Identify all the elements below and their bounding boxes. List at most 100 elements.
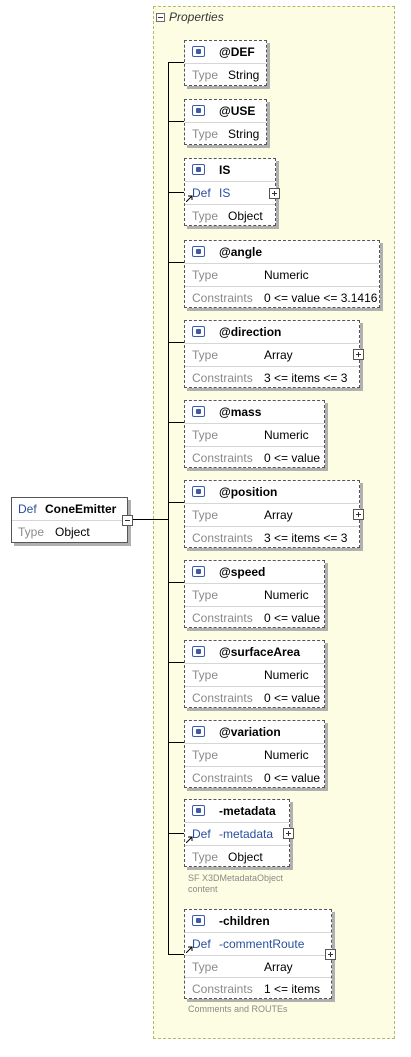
node-def-name: @DEF (219, 45, 255, 59)
node-angle[interactable]: @angle Type Numeric Constraints 0 <= val… (184, 240, 380, 308)
type-label: Type (192, 268, 219, 282)
constraints-label: Constraints (192, 691, 253, 705)
collapse-icon[interactable] (156, 12, 165, 22)
constraints-label: Constraints (192, 531, 253, 545)
node-metadata-def: -metadata (219, 827, 274, 841)
attribute-icon (192, 46, 205, 57)
def-label: Def (192, 186, 211, 200)
node-children-caption: Comments and ROUTEs (188, 1004, 288, 1015)
type-label: Type (192, 588, 219, 602)
node-metadata[interactable]: -metadata Def -metadata Type Object (184, 799, 294, 867)
node-variation-name: @variation (219, 725, 281, 739)
expand-icon[interactable] (325, 949, 336, 960)
type-label: Type (192, 508, 219, 522)
type-label: Type (192, 960, 219, 974)
root-type-label: Type (18, 525, 45, 539)
constraints-label: Constraints (192, 771, 253, 785)
node-is-def: IS (219, 186, 231, 200)
node-angle-constraints: 0 <= value <= 3.1416 (264, 291, 378, 305)
connector-root (128, 519, 168, 520)
node-use-type: String (228, 127, 260, 141)
caption-line: content (188, 884, 218, 894)
attribute-icon (192, 246, 205, 257)
node-def[interactable]: @DEF Type String (184, 40, 267, 86)
node-speed-constraints: 0 <= value (264, 611, 321, 625)
def-label: Def (192, 937, 211, 951)
node-use-name: @USE (219, 104, 256, 118)
node-surfacearea-type: Numeric (264, 668, 309, 682)
constraints-label: Constraints (192, 291, 253, 305)
node-direction[interactable]: @direction Type Array Constraints 3 <= i… (184, 320, 364, 388)
node-surfacearea[interactable]: @surfaceArea Type Numeric Constraints 0 … (184, 640, 325, 708)
node-is[interactable]: IS Def IS Type Object (184, 158, 280, 226)
constraints-label: Constraints (192, 982, 253, 996)
node-children-constraints: 1 <= items (264, 982, 321, 996)
expand-icon[interactable] (283, 828, 294, 839)
attribute-icon (192, 566, 205, 577)
caption-line: Comments and ROUTEs (188, 1004, 288, 1014)
node-speed-type: Numeric (264, 588, 309, 602)
node-variation-type: Numeric (264, 748, 309, 762)
connector-is (168, 192, 184, 193)
connector-variation (168, 742, 184, 743)
type-label: Type (192, 668, 219, 682)
root-type-value: Object (55, 525, 90, 539)
constraints-label: Constraints (192, 611, 253, 625)
node-use[interactable]: @USE Type String (184, 99, 267, 145)
attribute-icon (192, 406, 205, 417)
node-mass-name: @mass (219, 405, 262, 419)
connector-mass (168, 422, 184, 423)
connector-position (168, 502, 184, 503)
node-speed[interactable]: @speed Type Numeric Constraints 0 <= val… (184, 560, 325, 628)
node-children[interactable]: -children Def -commentRoute Type Array C… (184, 909, 336, 999)
node-variation-constraints: 0 <= value (264, 771, 321, 785)
node-children-type: Array (264, 960, 293, 974)
def-label: Def (192, 827, 211, 841)
node-variation[interactable]: @variation Type Numeric Constraints 0 <=… (184, 720, 325, 788)
node-angle-name: @angle (219, 245, 263, 259)
expand-icon[interactable] (353, 509, 364, 520)
expand-icon[interactable] (353, 349, 364, 360)
type-label: Type (192, 850, 219, 864)
node-is-type: Object (228, 209, 263, 223)
properties-header[interactable]: Properties (156, 9, 224, 25)
connector-surfacearea (168, 662, 184, 663)
node-position-constraints: 3 <= items <= 3 (264, 531, 348, 545)
node-direction-name: @direction (219, 325, 282, 339)
node-metadata-name: -metadata (219, 804, 276, 818)
root-node-coneemitter[interactable]: Def ConeEmitter Type Object (11, 497, 133, 543)
root-collapse-icon[interactable] (122, 515, 133, 526)
attribute-icon (192, 646, 205, 657)
connector-speed (168, 582, 184, 583)
attribute-icon (192, 326, 205, 337)
attribute-icon (192, 105, 205, 116)
connector-angle (168, 262, 184, 263)
node-mass-type: Numeric (264, 428, 309, 442)
node-mass[interactable]: @mass Type Numeric Constraints 0 <= valu… (184, 400, 325, 468)
node-mass-constraints: 0 <= value (264, 451, 321, 465)
node-position[interactable]: @position Type Array Constraints 3 <= it… (184, 480, 364, 548)
element-icon (192, 164, 205, 175)
node-is-name: IS (219, 163, 231, 177)
type-label: Type (192, 428, 219, 442)
root-def-label: Def (18, 502, 37, 516)
type-label: Type (192, 209, 219, 223)
element-icon (192, 915, 205, 926)
node-metadata-type: Object (228, 850, 263, 864)
connector-def (168, 62, 184, 63)
node-surfacearea-name: @surfaceArea (219, 645, 301, 659)
attribute-icon (192, 486, 205, 497)
node-direction-constraints: 3 <= items <= 3 (264, 371, 348, 385)
type-label: Type (192, 748, 219, 762)
type-label: Type (192, 127, 219, 141)
node-speed-name: @speed (219, 565, 266, 579)
node-def-type: String (228, 68, 260, 82)
expand-icon[interactable] (269, 188, 280, 199)
connector-trunk (168, 62, 169, 955)
node-children-def: -commentRoute (219, 937, 305, 951)
connector-direction (168, 342, 184, 343)
caption-line: SF X3DMetadataObject (188, 873, 284, 883)
node-children-name: -children (219, 914, 270, 928)
connector-children (168, 954, 184, 955)
node-surfacearea-constraints: 0 <= value (264, 691, 321, 705)
